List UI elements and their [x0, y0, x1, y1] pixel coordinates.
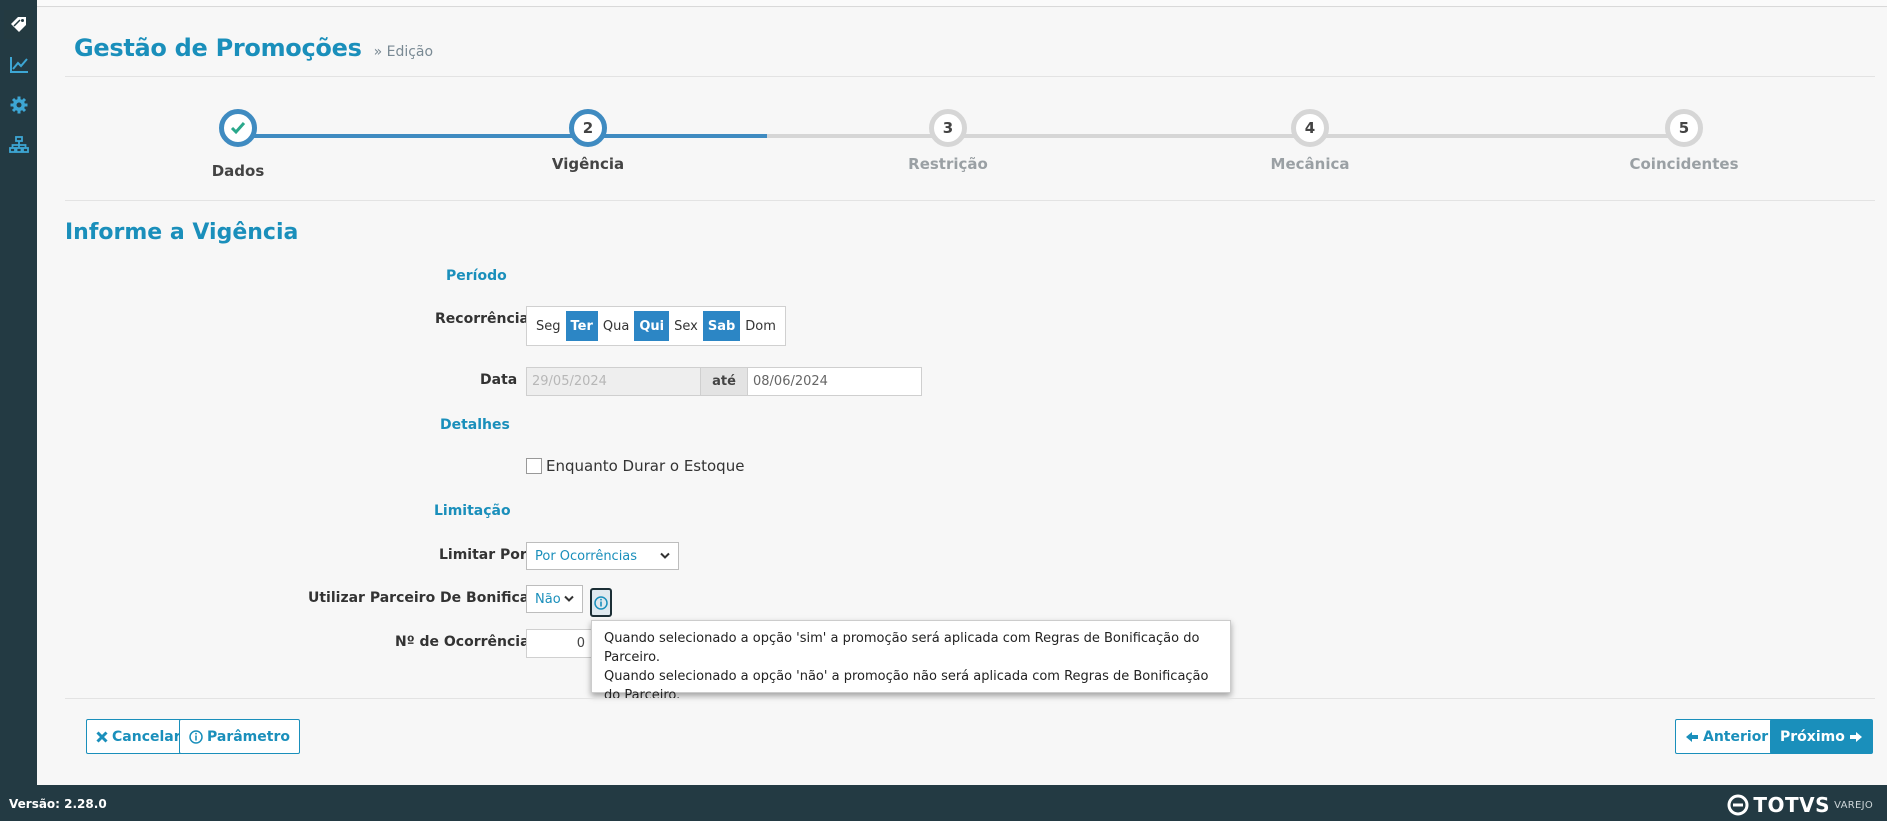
sidebar	[0, 0, 37, 785]
recurrence-day-toggle: Seg Ter Qua Qui Sex Sab Dom	[526, 306, 786, 346]
step-3-circle[interactable]: 3	[929, 109, 967, 147]
info-icon	[594, 595, 608, 610]
anterior-button[interactable]: Anterior	[1675, 719, 1779, 754]
limitar-por-label: Limitar Por	[439, 547, 527, 563]
main-content: Gestão de Promoções » Edição Dados 2 Vig…	[37, 8, 1887, 785]
cancel-button-label: Cancelar	[112, 728, 181, 745]
ocorrencias-label: Nº de Ocorrências	[395, 634, 538, 650]
estoque-checkbox[interactable]	[526, 458, 542, 474]
divider	[65, 76, 1875, 77]
group-title-limitacao: Limitação	[434, 503, 511, 519]
close-icon	[96, 730, 108, 743]
step-5-label: Coincidentes	[1629, 155, 1739, 173]
step-4-label: Mecânica	[1270, 155, 1350, 173]
day-seg[interactable]: Seg	[531, 311, 566, 341]
date-range: 29/05/2024 até 08/06/2024	[526, 367, 922, 396]
estoque-check[interactable]: Enquanto Durar o Estoque	[526, 457, 744, 475]
version-text: Versão: 2.28.0	[9, 797, 107, 811]
date-start-input: 29/05/2024	[526, 367, 701, 396]
chevron-down-icon	[660, 549, 670, 564]
anterior-button-label: Anterior	[1703, 728, 1769, 745]
footer: Versão: 2.28.0 TOTVS VAREJO	[0, 785, 1887, 821]
step-1-label: Dados	[211, 162, 265, 180]
brand-name: TOTVS	[1753, 793, 1831, 817]
day-sex[interactable]: Sex	[669, 311, 703, 341]
info-button[interactable]	[590, 588, 612, 617]
info-circle-icon	[189, 729, 203, 744]
stepper-remaining-line	[767, 134, 1687, 138]
totvs-logo-icon	[1727, 794, 1749, 816]
arrow-left-icon	[1686, 731, 1698, 742]
stepper-progress-line	[237, 134, 767, 138]
top-strip	[37, 0, 1887, 7]
day-dom[interactable]: Dom	[740, 311, 781, 341]
recorrencia-label: Recorrência	[435, 311, 530, 327]
divider	[65, 200, 1875, 201]
tag-icon[interactable]	[4, 10, 33, 39]
info-tooltip: Quando selecionado a opção 'sim' a promo…	[591, 620, 1231, 703]
brand-logo: TOTVS VAREJO	[1727, 793, 1873, 817]
step-4-circle[interactable]: 4	[1291, 109, 1329, 147]
parceiro-select[interactable]: Não	[526, 585, 583, 613]
parceiro-value: Não	[535, 591, 561, 607]
group-title-detalhes: Detalhes	[440, 417, 510, 433]
chevron-down-icon	[564, 592, 574, 607]
limitar-por-value: Por Ocorrências	[535, 548, 638, 564]
page-header: Gestão de Promoções » Edição	[74, 34, 433, 62]
day-sab[interactable]: Sab	[702, 311, 741, 341]
parametro-button[interactable]: Parâmetro	[179, 719, 300, 754]
proximo-button[interactable]: Próximo	[1770, 719, 1873, 754]
estoque-label: Enquanto Durar o Estoque	[546, 457, 745, 475]
step-3-label: Restrição	[908, 155, 988, 173]
limitar-por-select[interactable]: Por Ocorrências	[526, 542, 679, 570]
step-2-circle[interactable]: 2	[569, 109, 607, 147]
gear-icon[interactable]	[4, 90, 33, 119]
group-title-periodo: Período	[446, 268, 507, 284]
ocorrencias-input[interactable]: 0	[526, 629, 596, 658]
line-chart-icon[interactable]	[4, 50, 33, 79]
step-1-done-icon[interactable]	[219, 109, 257, 147]
date-end-input[interactable]: 08/06/2024	[747, 367, 922, 396]
step-2-label: Vigência	[551, 155, 625, 173]
breadcrumb: » Edição	[373, 44, 434, 60]
parceiro-label: Utilizar Parceiro De Bonificação	[308, 590, 557, 606]
data-label: Data	[480, 372, 518, 388]
section-title: Informe a Vigência	[65, 220, 299, 245]
brand-sub: VAREJO	[1834, 799, 1873, 811]
step-5-circle[interactable]: 5	[1665, 109, 1703, 147]
day-qua[interactable]: Qua	[598, 311, 634, 341]
date-separator: até	[701, 367, 747, 396]
arrow-right-icon	[1849, 731, 1862, 742]
page-title: Gestão de Promoções	[74, 34, 362, 62]
sitemap-icon[interactable]	[4, 130, 33, 159]
cancel-button[interactable]: Cancelar	[86, 719, 191, 754]
divider	[65, 698, 1875, 699]
tooltip-line-2: Quando selecionado a opção 'não' a promo…	[604, 669, 1209, 703]
parametro-button-label: Parâmetro	[207, 728, 290, 745]
proximo-button-label: Próximo	[1780, 728, 1845, 745]
day-ter[interactable]: Ter	[565, 311, 598, 341]
day-qui[interactable]: Qui	[634, 311, 670, 341]
tooltip-line-1: Quando selecionado a opção 'sim' a promo…	[604, 631, 1200, 665]
